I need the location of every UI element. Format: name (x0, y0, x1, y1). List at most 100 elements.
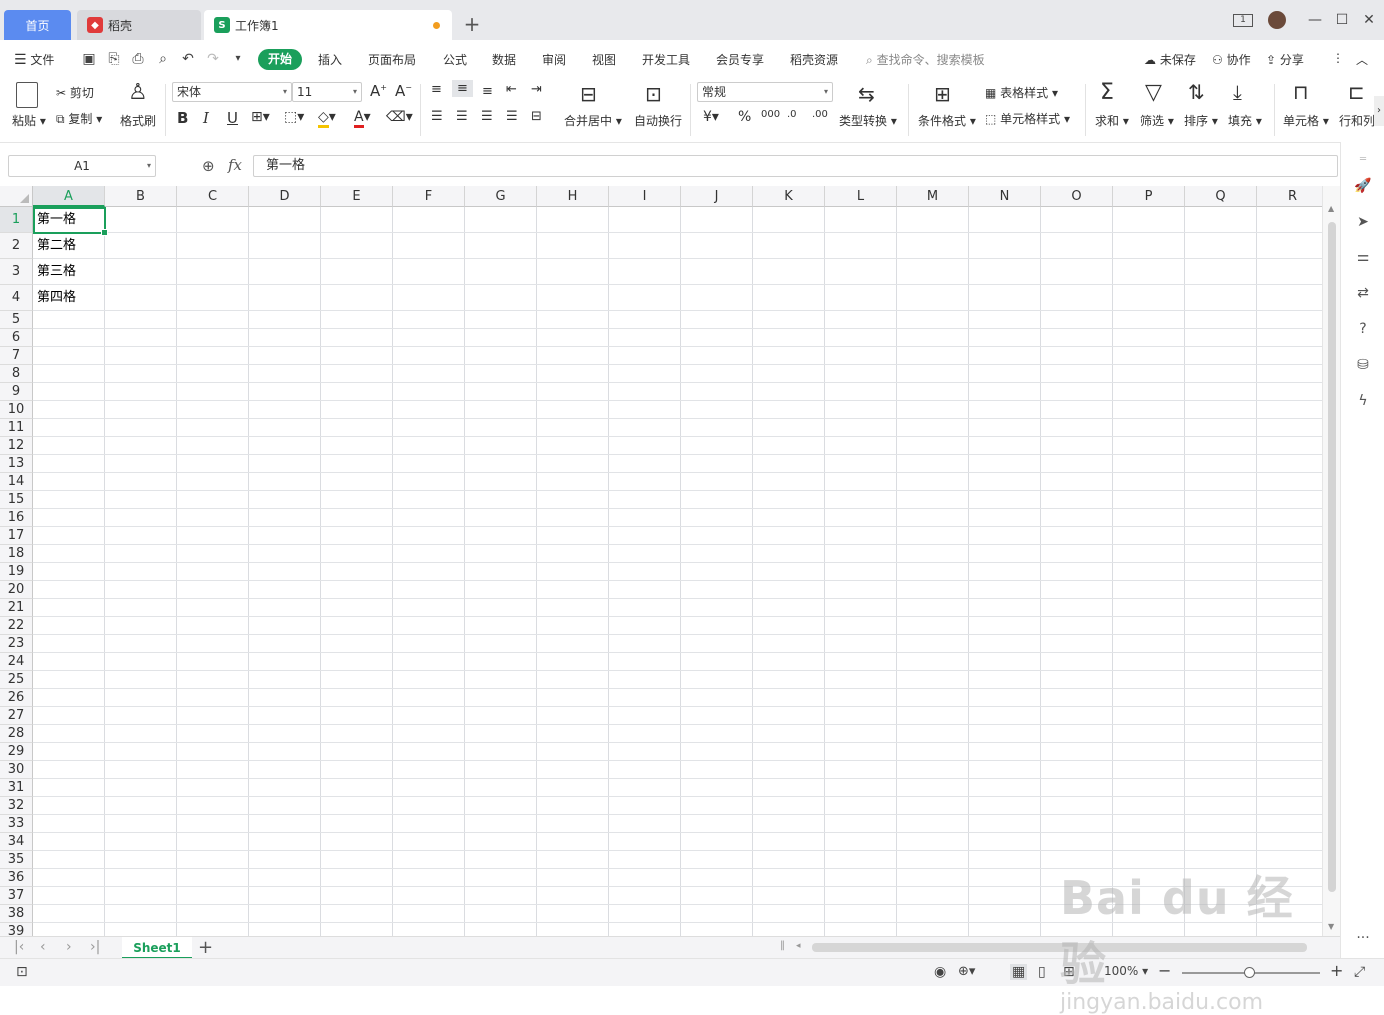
column-header-m[interactable]: M (897, 186, 969, 207)
align-left-icon[interactable]: ☰ (431, 109, 443, 124)
row-header-31[interactable]: 31 (0, 779, 33, 797)
row-header-9[interactable]: 9 (0, 383, 33, 401)
lightning-icon[interactable]: ϟ (1353, 391, 1373, 411)
row-header-24[interactable]: 24 (0, 653, 33, 671)
row-header-18[interactable]: 18 (0, 545, 33, 563)
row-header-22[interactable]: 22 (0, 617, 33, 635)
row-header-33[interactable]: 33 (0, 815, 33, 833)
share-button[interactable]: ⇪ 分享 (1266, 51, 1304, 68)
tab-home[interactable]: 首页 (4, 10, 71, 40)
number-format-select[interactable]: 常规 ▾ (697, 82, 833, 102)
sort-button[interactable]: 排序 ▾ (1184, 112, 1218, 129)
cell-a3[interactable]: 第三格 (37, 259, 76, 285)
menu-tab-formulas[interactable]: 公式 (443, 51, 467, 68)
normal-view-icon[interactable]: ▦ (1010, 964, 1028, 980)
conditional-format-button[interactable]: 条件格式 ▾ (918, 112, 976, 129)
vertical-scroll-thumb[interactable] (1328, 222, 1336, 892)
column-header-f[interactable]: F (393, 186, 465, 207)
type-convert-button[interactable]: 类型转换 ▾ (839, 112, 897, 129)
redo-icon[interactable]: ↷ (204, 50, 222, 68)
cell-button[interactable]: 单元格 ▾ (1283, 112, 1329, 129)
collaborate-button[interactable]: ⚇ 协作 (1212, 51, 1251, 68)
column-header-q[interactable]: Q (1185, 186, 1257, 207)
increase-font-icon[interactable]: A+ (370, 82, 387, 100)
row-header-16[interactable]: 16 (0, 509, 33, 527)
settings-sliders-icon[interactable]: ⚌ (1353, 247, 1373, 267)
formula-input[interactable]: 第一格 (253, 155, 1338, 177)
window-layout-button[interactable]: 1 (1230, 8, 1256, 32)
row-header-4[interactable]: 4 (0, 285, 33, 311)
column-header-g[interactable]: G (465, 186, 537, 207)
zoom-formula-icon[interactable]: ⊕ (202, 157, 215, 175)
tab-daoke[interactable]: ◆ 稻壳 (77, 10, 201, 40)
borders-icon[interactable]: ⊞▾ (251, 109, 270, 125)
more-icon[interactable]: ··· (1353, 928, 1373, 948)
column-header-p[interactable]: P (1113, 186, 1185, 207)
column-header-j[interactable]: J (681, 186, 753, 207)
eye-protection-icon[interactable]: ◉ (934, 964, 946, 980)
row-header-8[interactable]: 8 (0, 365, 33, 383)
prev-sheet-icon[interactable]: ‹ (40, 939, 46, 955)
customize-toolbar-icon[interactable]: ▾ (229, 50, 247, 68)
file-menu[interactable]: ☰ 文件 (14, 51, 54, 68)
paste-button[interactable]: 粘贴 ▾ (12, 112, 46, 129)
vertical-scrollbar[interactable]: ▲ ▼ (1322, 186, 1340, 936)
sum-icon[interactable]: Σ (1100, 80, 1114, 105)
cut-button[interactable]: ✂ 剪切 (56, 84, 94, 101)
fill-color-icon[interactable]: ◇▾ (318, 109, 336, 128)
unsaved-status[interactable]: ☁ 未保存 (1144, 51, 1196, 68)
close-button[interactable]: ✕ (1356, 8, 1382, 32)
bold-icon[interactable]: B (177, 109, 188, 127)
command-search[interactable]: ⌕ 查找命令、搜索模板 (866, 51, 985, 68)
column-header-e[interactable]: E (321, 186, 393, 207)
copy-button[interactable]: ⧉ 复制 ▾ (56, 110, 102, 127)
page-layout-view-icon[interactable]: ▯ (1038, 964, 1046, 980)
filter-button[interactable]: 筛选 ▾ (1140, 112, 1174, 129)
select-all-corner[interactable] (0, 186, 33, 207)
row-header-21[interactable]: 21 (0, 599, 33, 617)
first-sheet-icon[interactable]: |‹ (14, 939, 24, 955)
fullscreen-icon[interactable]: ⤢ (1354, 964, 1365, 980)
align-middle-icon[interactable]: ≡ (452, 80, 473, 97)
wrap-text-button[interactable]: 自动换行 (634, 112, 682, 129)
align-top-icon[interactable]: ≡ (431, 82, 442, 97)
cell-area[interactable]: 第一格 第二格 第三格 第四格 (33, 207, 1322, 936)
scroll-down-icon[interactable]: ▼ (1328, 922, 1334, 931)
scroll-up-icon[interactable]: ▲ (1328, 204, 1334, 213)
cursor-icon[interactable]: ➤ (1353, 212, 1373, 232)
hscroll-split-icon[interactable]: ‖ (780, 940, 785, 951)
row-header-23[interactable]: 23 (0, 635, 33, 653)
last-sheet-icon[interactable]: ›| (90, 939, 100, 955)
active-cell-outline[interactable] (33, 207, 108, 236)
justify-icon[interactable]: ☰ (506, 109, 518, 124)
row-header-30[interactable]: 30 (0, 761, 33, 779)
view-options-icon[interactable]: ⊕▾ (958, 964, 975, 979)
row-col-icon[interactable]: ⊏ (1348, 80, 1365, 104)
menu-tab-data[interactable]: 数据 (492, 51, 516, 68)
menu-tab-page-layout[interactable]: 页面布局 (368, 51, 416, 68)
new-tab-button[interactable]: + (462, 12, 482, 36)
scroll-left-icon[interactable]: ◂ (796, 941, 801, 951)
menu-tab-insert[interactable]: 插入 (318, 51, 342, 68)
macro-record-icon[interactable]: ⊡ (16, 964, 28, 980)
column-header-o[interactable]: O (1041, 186, 1113, 207)
align-right-icon[interactable]: ☰ (481, 109, 493, 124)
row-header-25[interactable]: 25 (0, 671, 33, 689)
decrease-indent-icon[interactable]: ⇤ (506, 82, 517, 97)
export-pdf-icon[interactable]: ⎘ (105, 50, 123, 68)
table-style-button[interactable]: ▦ 表格样式 ▾ (985, 84, 1058, 101)
merge-center-button[interactable]: 合并居中 ▾ (564, 112, 622, 129)
column-header-n[interactable]: N (969, 186, 1041, 207)
avatar[interactable] (1264, 8, 1290, 32)
column-header-i[interactable]: I (609, 186, 681, 207)
font-color-icon[interactable]: A▾ (354, 109, 371, 128)
row-header-2[interactable]: 2 (0, 233, 33, 259)
print-icon[interactable]: ⎙ (129, 50, 147, 68)
row-header-15[interactable]: 15 (0, 491, 33, 509)
row-header-34[interactable]: 34 (0, 833, 33, 851)
percent-icon[interactable]: % (738, 109, 751, 125)
clear-format-icon[interactable]: ⌫▾ (386, 109, 413, 125)
column-header-r[interactable]: R (1257, 186, 1322, 207)
wrap-text-icon[interactable]: ⊡ (645, 82, 662, 106)
increase-indent-icon[interactable]: ⇥ (531, 82, 542, 97)
